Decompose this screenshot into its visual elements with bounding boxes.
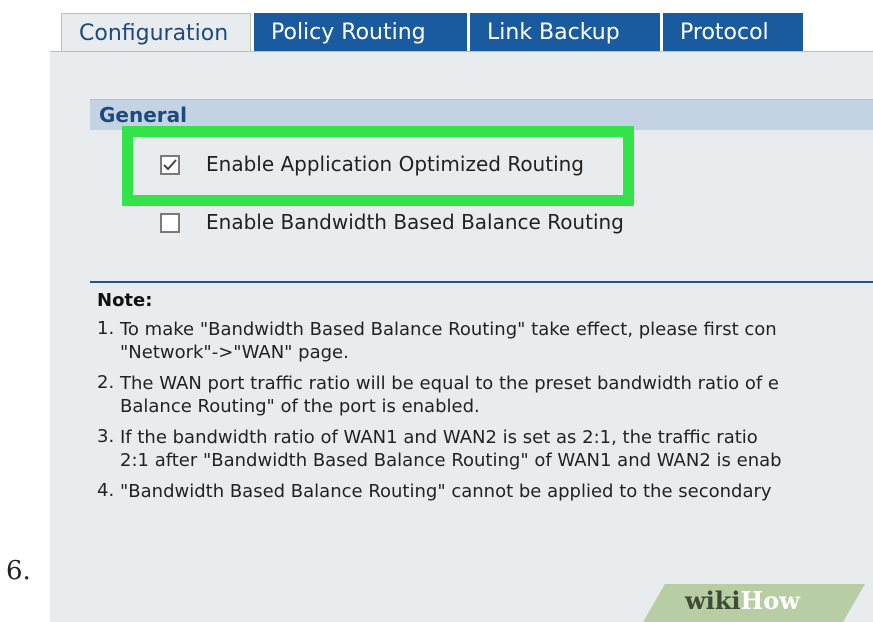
note-text: The WAN port traffic ratio will be equal… <box>120 372 779 418</box>
note-line: "Bandwidth Based Balance Routing" cannot… <box>120 481 772 502</box>
watermark-wiki: wiki <box>685 586 741 615</box>
tab-bar-rule <box>50 51 873 52</box>
note-list: 1. To make "Bandwidth Based Balance Rout… <box>97 318 873 511</box>
note-number: 3. <box>97 426 115 447</box>
tab-configuration[interactable]: Configuration <box>61 13 251 52</box>
checkbox-bandwidth-balance-routing[interactable] <box>160 213 180 233</box>
note-number: 1. <box>97 318 115 339</box>
option-label: Enable Application Optimized Routing <box>206 152 584 176</box>
checkmark-icon <box>163 159 177 171</box>
note-item: 3. If the bandwidth ratio of WAN1 and WA… <box>97 426 873 472</box>
note-title: Note: <box>97 290 153 311</box>
note-line: If the bandwidth ratio of WAN1 and WAN2 … <box>120 427 758 448</box>
option-label: Enable Bandwidth Based Balance Routing <box>206 210 624 234</box>
note-text: If the bandwidth ratio of WAN1 and WAN2 … <box>120 426 782 472</box>
note-text: "Bandwidth Based Balance Routing" cannot… <box>120 480 772 503</box>
tab-policy-routing[interactable]: Policy Routing <box>254 13 467 52</box>
note-line: To make "Bandwidth Based Balance Routing… <box>120 319 777 340</box>
note-text: To make "Bandwidth Based Balance Routing… <box>120 318 777 364</box>
watermark-how: How <box>740 586 800 615</box>
note-number: 2. <box>97 372 115 393</box>
note-item: 4. "Bandwidth Based Balance Routing" can… <box>97 480 873 503</box>
note-number: 4. <box>97 480 115 501</box>
section-title: General <box>99 103 187 127</box>
tab-protocol[interactable]: Protocol <box>663 13 803 52</box>
tab-link-backup[interactable]: Link Backup <box>470 13 660 52</box>
watermark-logo: wikiHow <box>685 586 800 615</box>
section-divider <box>90 281 873 283</box>
router-config-panel: Configuration Policy Routing Link Backup… <box>50 0 873 622</box>
step-number: 6. <box>6 556 31 586</box>
tab-bar: Configuration Policy Routing Link Backup… <box>50 0 873 52</box>
checkbox-app-optimized-routing[interactable] <box>160 155 180 175</box>
note-line: 2:1 after "Bandwidth Based Balance Routi… <box>120 450 782 471</box>
note-line: "Network"->"WAN" page. <box>120 342 349 363</box>
note-item: 1. To make "Bandwidth Based Balance Rout… <box>97 318 873 364</box>
note-line: The WAN port traffic ratio will be equal… <box>120 373 779 394</box>
note-line: Balance Routing" of the port is enabled. <box>120 396 480 417</box>
note-item: 2. The WAN port traffic ratio will be eq… <box>97 372 873 418</box>
